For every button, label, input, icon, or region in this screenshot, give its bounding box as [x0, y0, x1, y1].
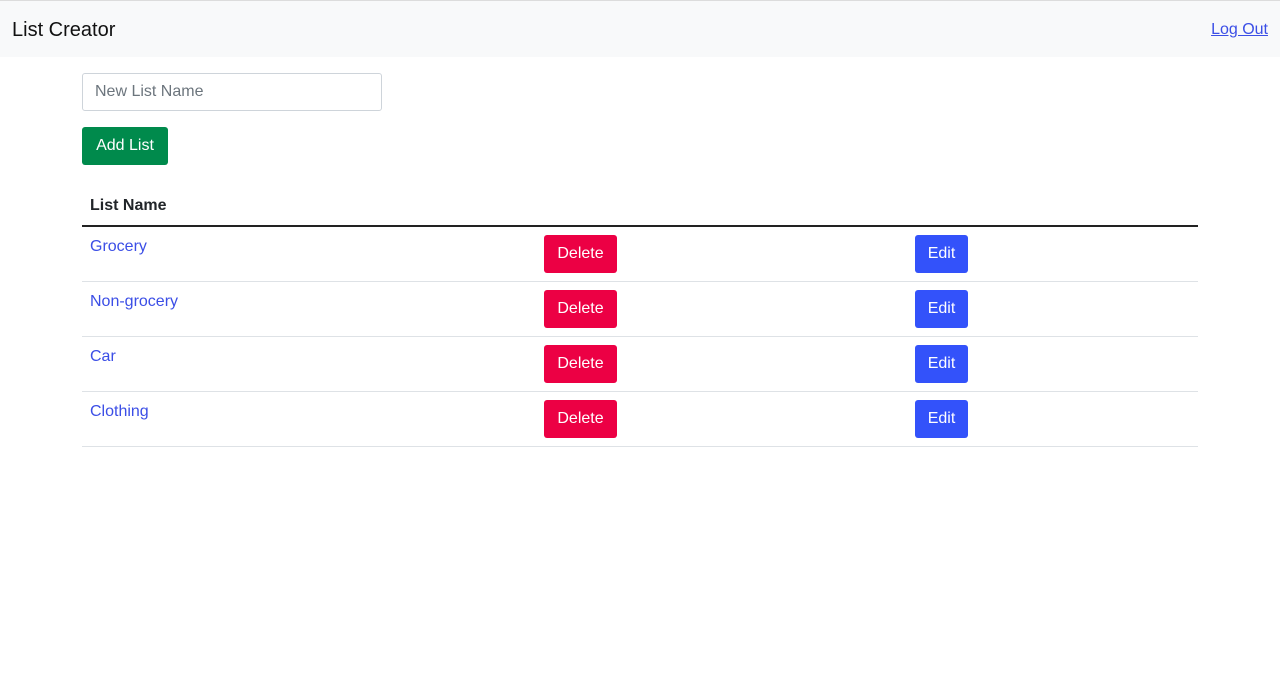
delete-button[interactable]: Delete — [544, 290, 617, 328]
lists-table: List Name Grocery Delete Edit Non-grocer… — [82, 189, 1198, 447]
column-header-blank — [907, 189, 1198, 227]
table-row: Car Delete Edit — [82, 336, 1198, 392]
edit-button[interactable]: Edit — [915, 235, 968, 273]
edit-button[interactable]: Edit — [915, 290, 968, 328]
column-header-blank — [536, 189, 907, 227]
table-header-row: List Name — [82, 189, 1198, 227]
list-link-non-grocery[interactable]: Non-grocery — [90, 293, 178, 310]
logout-link[interactable]: Log Out — [1211, 20, 1268, 40]
add-list-button[interactable]: Add List — [82, 127, 168, 165]
table-row: Clothing Delete Edit — [82, 391, 1198, 447]
edit-button[interactable]: Edit — [915, 400, 968, 438]
main-content: Add List List Name Grocery Delete Edit N… — [82, 73, 1198, 447]
column-header-list-name: List Name — [82, 189, 536, 227]
navbar: List Creator Log Out — [0, 0, 1280, 57]
new-list-name-input[interactable] — [82, 73, 382, 111]
list-link-car[interactable]: Car — [90, 348, 116, 365]
list-link-clothing[interactable]: Clothing — [90, 403, 149, 420]
delete-button[interactable]: Delete — [544, 400, 617, 438]
delete-button[interactable]: Delete — [544, 235, 617, 273]
list-link-grocery[interactable]: Grocery — [90, 238, 147, 255]
delete-button[interactable]: Delete — [544, 345, 617, 383]
table-row: Grocery Delete Edit — [82, 226, 1198, 282]
edit-button[interactable]: Edit — [915, 345, 968, 383]
table-row: Non-grocery Delete Edit — [82, 281, 1198, 337]
app-title[interactable]: List Creator — [12, 18, 115, 42]
